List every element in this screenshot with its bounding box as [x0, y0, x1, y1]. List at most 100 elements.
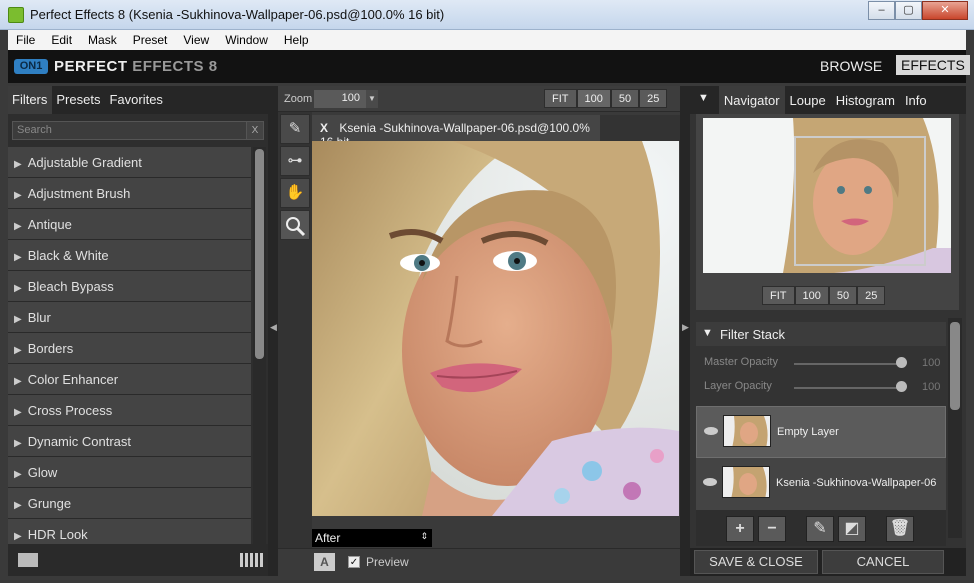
tab-navigator[interactable]: Navigator [718, 86, 785, 114]
nav-25-button[interactable]: 25 [857, 286, 886, 305]
menu-edit[interactable]: Edit [43, 33, 80, 47]
filter-item-label: Cross Process [27, 403, 113, 418]
filter-item[interactable]: ▶ Antique [8, 209, 251, 240]
nav-50-button[interactable]: 50 [828, 286, 858, 305]
filter-item-label: Dynamic Contrast [27, 434, 132, 449]
canvas-toolbar: Zoom 100 ▼ FIT 100 50 25 [278, 86, 680, 112]
nav-100-button[interactable]: 100 [794, 286, 829, 305]
app-header: ON1 PERFECT EFFECTS 8 BROWSE EFFECTS [8, 50, 970, 83]
collapse-navigator-icon[interactable]: ▼ [690, 86, 719, 114]
zoom-dropdown-icon[interactable]: ▼ [366, 90, 378, 108]
visibility-eye-icon[interactable] [704, 427, 718, 435]
filter-item[interactable]: ▶ Bleach Bypass [8, 271, 251, 302]
list-view-icon[interactable] [18, 553, 38, 567]
tab-info[interactable]: Info [900, 86, 932, 114]
zoom-buttons: FIT 100 50 25 [544, 89, 668, 108]
navigator-view-frame[interactable] [794, 136, 926, 266]
right-panel-splitter[interactable]: ▶ [680, 86, 690, 576]
layer-row[interactable]: Empty Layer [696, 406, 946, 458]
save-close-button[interactable]: SAVE & CLOSE [694, 550, 818, 574]
zoom-50-button[interactable]: 50 [610, 89, 640, 108]
menu-help[interactable]: Help [276, 33, 317, 47]
menu-view[interactable]: View [175, 33, 217, 47]
zoom-tool-icon[interactable] [280, 210, 310, 240]
collapse-left-icon[interactable]: ◀ [270, 322, 277, 333]
close-document-icon[interactable]: X [320, 121, 328, 135]
mask-key-tool-icon[interactable]: ⊶ [280, 146, 310, 176]
tab-histogram[interactable]: Histogram [831, 86, 900, 114]
layer-opacity-slider[interactable] [794, 387, 898, 389]
menu-mask[interactable]: Mask [80, 33, 125, 47]
filter-item[interactable]: ▶ Borders [8, 333, 251, 364]
master-opacity-knob[interactable] [896, 357, 907, 368]
filter-item[interactable]: ▶ Grunge [8, 488, 251, 519]
trash-icon[interactable]: 🗑 [886, 516, 914, 542]
tab-presets[interactable]: Presets [52, 86, 105, 114]
collapse-filter-stack-icon[interactable]: ▼ [702, 327, 713, 339]
navigator-zoom-buttons: FIT 100 50 25 [762, 286, 886, 305]
updown-arrows-icon: ⇕ [420, 531, 428, 541]
filter-item[interactable]: ▶ Black & White [8, 240, 251, 271]
zoom-100-button[interactable]: 100 [576, 89, 611, 108]
filter-item[interactable]: ▶ Dynamic Contrast [8, 426, 251, 457]
before-after-select[interactable]: After ⇕ [312, 529, 432, 547]
filter-item[interactable]: ▶ HDR Look [8, 519, 251, 544]
scroll-thumb[interactable] [255, 149, 264, 359]
scroll-thumb[interactable] [950, 322, 960, 410]
expand-arrow-icon: ▶ [14, 407, 22, 418]
main-photo-canvas[interactable] [312, 141, 679, 516]
filter-list-scrollbar[interactable] [253, 147, 266, 544]
filter-item[interactable]: ▶ Blur [8, 302, 251, 333]
filter-item[interactable]: ▶ Adjustment Brush [8, 178, 251, 209]
zoom-25-button[interactable]: 25 [639, 89, 668, 108]
cancel-button[interactable]: CANCEL [822, 550, 944, 574]
filter-stack-header[interactable]: ▼ Filter Stack [696, 322, 946, 346]
browse-mode-button[interactable]: BROWSE [820, 58, 882, 74]
zoom-fit-button[interactable]: FIT [544, 89, 577, 108]
filter-item[interactable]: ▶ Cross Process [8, 395, 251, 426]
menu-file[interactable]: File [8, 33, 43, 47]
mask-options-icon[interactable]: ◩ [838, 516, 866, 542]
hand-tool-icon[interactable]: ✋ [280, 178, 310, 208]
layer-thumbnail [723, 415, 771, 447]
minimize-button[interactable]: – [868, 1, 895, 20]
menu-preset[interactable]: Preset [125, 33, 176, 47]
remove-layer-icon[interactable]: − [758, 516, 786, 542]
nav-fit-button[interactable]: FIT [762, 286, 795, 305]
brand-title: PERFECT EFFECTS 8 [54, 58, 218, 75]
filter-search-input[interactable]: Search [12, 121, 248, 140]
tab-filters[interactable]: Filters [8, 86, 53, 114]
collapse-right-icon[interactable]: ▶ [682, 322, 689, 333]
layer-opacity-knob[interactable] [896, 381, 907, 392]
expand-arrow-icon: ▶ [14, 221, 22, 232]
filter-item[interactable]: ▶ Color Enhancer [8, 364, 251, 395]
left-panel-splitter[interactable]: ◀ [268, 86, 278, 576]
layer-name: Empty Layer [777, 426, 839, 438]
effects-mode-button[interactable]: EFFECTS [896, 55, 970, 75]
document-tab[interactable]: X Ksenia -Sukhinova-Wallpaper-06.psd@100… [312, 115, 600, 149]
view-mode-value: After [315, 531, 341, 545]
expand-arrow-icon: ▶ [14, 531, 22, 542]
filter-item-label: Bleach Bypass [27, 279, 114, 294]
tab-loupe[interactable]: Loupe [785, 86, 831, 114]
master-opacity-slider[interactable] [794, 363, 898, 365]
menu-window[interactable]: Window [217, 33, 276, 47]
visibility-eye-icon[interactable] [703, 478, 717, 486]
filter-item[interactable]: ▶ Glow [8, 457, 251, 488]
add-layer-icon[interactable]: + [726, 516, 754, 542]
tab-favorites[interactable]: Favorites [105, 86, 167, 114]
menu-bar: File Edit Mask Preset View Window Help [8, 30, 966, 50]
zoom-field[interactable]: 100 [314, 90, 366, 108]
close-window-button[interactable]: ✕ [922, 1, 968, 20]
add-mask-icon[interactable]: ✎ [806, 516, 834, 542]
compare-a-button[interactable]: A [314, 553, 335, 571]
filter-item[interactable]: ▶ Adjustable Gradient [8, 147, 251, 178]
filter-stack-scrollbar[interactable] [948, 318, 962, 538]
layer-row[interactable]: Ksenia -Sukhinova-Wallpaper-06 [696, 458, 946, 510]
maximize-button[interactable]: ▢ [895, 1, 922, 20]
clear-search-button[interactable]: X [246, 121, 264, 140]
preview-checkbox[interactable]: ✓ [348, 556, 360, 568]
master-opacity-label: Master Opacity [704, 356, 778, 368]
brush-tool-icon[interactable]: ✎ [280, 114, 310, 144]
grid-view-icon[interactable] [240, 553, 264, 567]
